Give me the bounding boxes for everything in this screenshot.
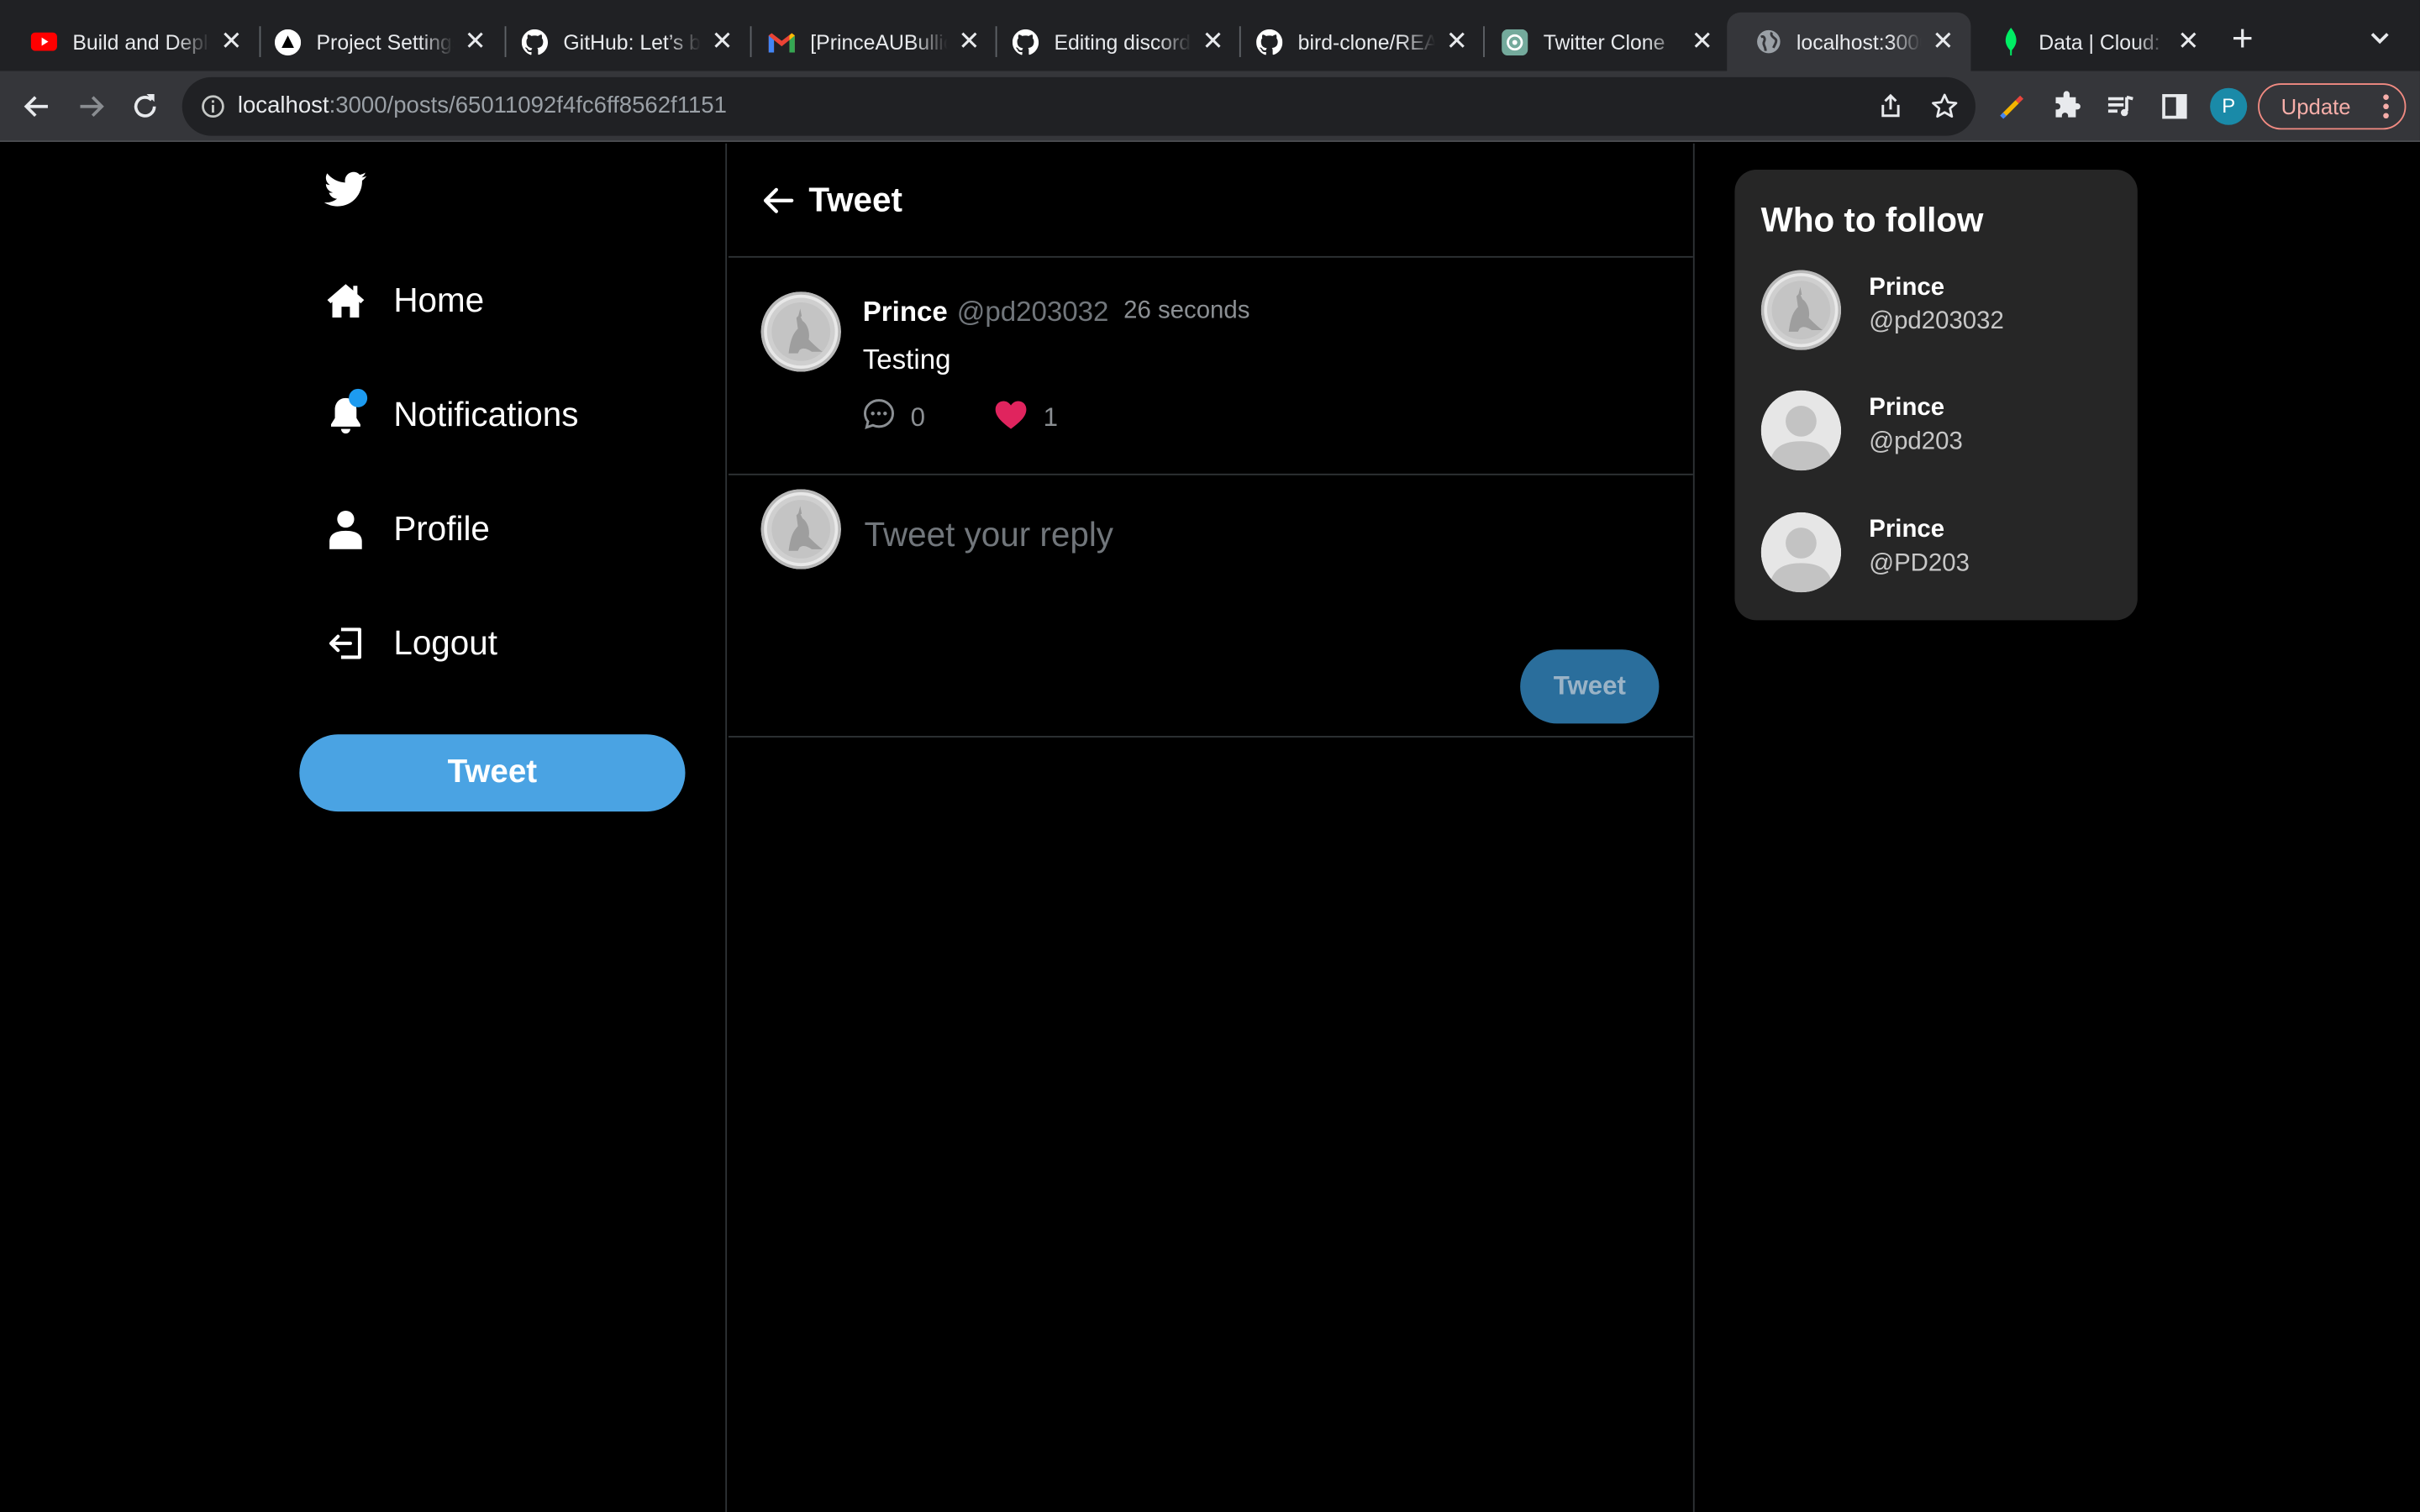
close-tab-icon[interactable]: ✕ — [957, 26, 981, 57]
column-divider — [1692, 143, 1695, 1512]
user-icon — [324, 507, 367, 550]
new-tab-button[interactable]: + — [2232, 21, 2254, 59]
like-count: 1 — [1043, 402, 1059, 433]
notification-badge — [349, 388, 368, 407]
close-tab-icon[interactable]: ✕ — [2176, 26, 2201, 57]
close-tab-icon[interactable]: ✕ — [1201, 26, 1225, 57]
github-icon — [1012, 28, 1039, 55]
youtube-icon — [30, 29, 57, 55]
sidebar-item-logout[interactable]: Logout — [324, 612, 497, 674]
suggestion-handle: @pd203032 — [1869, 308, 2004, 335]
tab-search-chevron-icon[interactable] — [2367, 24, 2391, 49]
reply-tweet-button[interactable]: Tweet — [1520, 649, 1660, 724]
sidebar-item-profile[interactable]: Profile — [324, 498, 490, 559]
close-tab-icon[interactable]: ✕ — [710, 26, 734, 57]
column-divider — [725, 143, 728, 1512]
home-icon — [324, 279, 367, 322]
who-to-follow-card: Who to follow Prince @pd203032 Prince @p… — [1734, 170, 2138, 621]
suggestion-name: Prince — [1869, 274, 1945, 302]
comment-count: 0 — [910, 402, 926, 433]
close-tab-icon[interactable]: ✕ — [219, 26, 244, 57]
follow-suggestion[interactable]: Prince @pd203 — [1734, 390, 2137, 477]
media-queue-icon[interactable] — [2103, 90, 2137, 123]
logout-icon — [324, 622, 367, 664]
browser-tab[interactable]: Editing discord ✕ — [985, 13, 1241, 71]
browser-toolbar: localhost:3000/posts/65011092f4fc6ff8562… — [0, 71, 2420, 142]
avatar — [1760, 512, 1842, 593]
sidebar-item-label: Profile — [393, 509, 490, 549]
tweet-button[interactable]: Tweet — [299, 734, 686, 812]
avatar[interactable] — [760, 291, 842, 372]
suggestion-handle: @PD203 — [1869, 550, 1970, 577]
bell-icon — [324, 388, 368, 436]
close-tab-icon[interactable]: ✕ — [463, 26, 487, 57]
sidebar-item-home[interactable]: Home — [324, 270, 484, 331]
suggestion-name: Prince — [1869, 395, 1945, 422]
extensions-puzzle-icon[interactable] — [2049, 90, 2083, 123]
close-tab-icon[interactable]: ✕ — [1690, 26, 1714, 57]
avatar — [1760, 390, 1842, 471]
who-to-follow-title: Who to follow — [1760, 200, 1984, 239]
share-icon[interactable] — [1876, 92, 1904, 120]
reload-button[interactable] — [125, 87, 166, 127]
feed-header: Tweet — [728, 144, 1693, 258]
browser-tab[interactable]: bird-clone/README ✕ — [1228, 13, 1485, 71]
color-picker-extension-icon[interactable] — [1996, 90, 2029, 123]
mongodb-leaf-icon — [1997, 28, 2023, 56]
update-button[interactable]: Update — [2258, 83, 2407, 130]
github-icon — [521, 28, 549, 55]
reply-composer: Tweet — [728, 477, 1693, 738]
reply-input[interactable] — [864, 510, 1636, 560]
author-handle[interactable]: @pd203032 — [957, 297, 1109, 329]
twitter-clone-app: Home Notifications Profile Logout Tweet … — [0, 143, 2420, 1512]
browser-tab[interactable]: GitHub: Let’s build ✕ — [494, 13, 750, 71]
browser-tab[interactable]: Twitter Clone ✕ — [1474, 13, 1730, 71]
gmail-icon — [768, 29, 795, 55]
vercel-icon — [274, 28, 302, 55]
avatar — [1760, 270, 1842, 350]
back-arrow-icon[interactable] — [760, 184, 794, 218]
heart-icon — [994, 399, 1028, 438]
comment-bubble-icon — [863, 398, 896, 438]
suggestion-handle: @pd203 — [1869, 428, 1963, 455]
sidebar-item-notifications[interactable]: Notifications — [324, 384, 579, 445]
author-name[interactable]: Prince — [863, 297, 948, 329]
browser-tab[interactable]: [PrinceAUBullion] ✕ — [741, 13, 997, 71]
close-tab-icon[interactable]: ✕ — [1444, 26, 1469, 57]
url-text: localhost:3000/posts/65011092f4fc6ff8562… — [237, 92, 727, 119]
page-title: Tweet — [808, 180, 902, 219]
sidebar-item-label: Home — [393, 281, 485, 320]
post-timestamp: 26 seconds — [1123, 297, 1250, 324]
forward-button[interactable] — [71, 87, 111, 127]
profile-avatar[interactable]: P — [2210, 87, 2248, 125]
browser-tab[interactable]: Data | Cloud: MongoDB ✕ — [1970, 13, 2217, 71]
follow-suggestion[interactable]: Prince @PD203 — [1734, 512, 2137, 599]
site-info-icon[interactable] — [201, 94, 225, 118]
like-button[interactable]: 1 — [994, 399, 1059, 438]
side-panel-icon[interactable] — [2158, 90, 2191, 123]
follow-suggestion[interactable]: Prince @pd203032 — [1734, 270, 2137, 356]
twitter-bird-logo-icon[interactable] — [324, 171, 367, 208]
comment-button[interactable]: 0 — [863, 399, 926, 435]
address-bar[interactable]: localhost:3000/posts/65011092f4fc6ff8562… — [182, 76, 1975, 136]
browser-tab[interactable]: Project Settings ✕ — [247, 13, 503, 71]
sidebar-item-label: Logout — [393, 623, 497, 662]
more-options-icon[interactable] — [2383, 94, 2389, 119]
chatgpt-icon — [1502, 28, 1528, 55]
post-body: Testing — [862, 344, 951, 375]
back-button[interactable] — [17, 87, 57, 127]
github-icon — [1256, 28, 1283, 55]
tweet-post[interactable]: Prince @pd203032 26 seconds Testing 0 1 — [728, 260, 1693, 475]
globe-icon — [1754, 29, 1781, 55]
suggestion-name: Prince — [1869, 517, 1945, 543]
bookmark-star-icon[interactable] — [1931, 92, 1959, 120]
close-tab-icon[interactable]: ✕ — [1931, 26, 1955, 57]
sidebar-item-label: Notifications — [393, 395, 579, 434]
browser-tab-strip: Build and Deploy ✕ Project Settings ✕ Gi… — [0, 0, 2420, 71]
avatar — [760, 489, 842, 570]
browser-tab[interactable]: Build and Deploy ✕ — [3, 13, 260, 71]
browser-tab-active[interactable]: localhost:3000 ✕ — [1727, 12, 1971, 71]
